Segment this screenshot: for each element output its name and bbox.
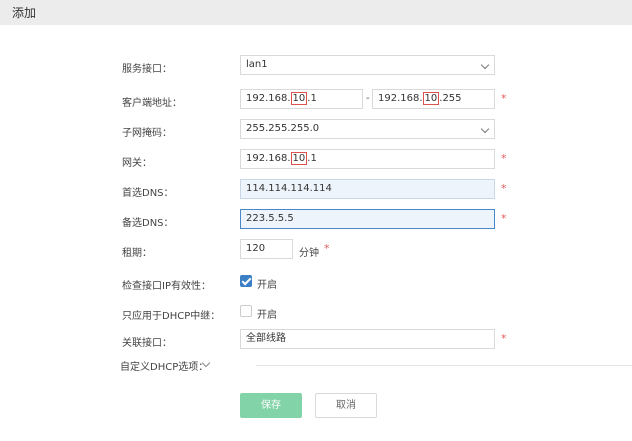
dialog-title: 添加 [12, 6, 37, 20]
lease-label: 租期： [122, 248, 152, 259]
gateway-prefix: 192.168. [246, 153, 291, 164]
gateway-label: 网关： [122, 158, 152, 169]
save-button[interactable]: 保存 [240, 393, 302, 418]
address-end-octet: 10 [422, 92, 440, 105]
check-ip-validity-row: 检查接口IP有效性： 开启 [0, 272, 632, 296]
dhcp-relay-only-option[interactable]: 开启 [257, 306, 277, 321]
secondary-dns-input[interactable]: 223.5.5.5 [240, 209, 495, 229]
primary-dns-label: 首选DNS： [122, 188, 174, 199]
required-mark: * [501, 152, 507, 165]
gateway-row: 网关： 192.168. 10.1 * [0, 149, 632, 173]
custom-dhcp-options-toggle[interactable]: 自定义DHCP选项： [120, 358, 208, 373]
subnet-mask-value: 255.255.255.0 [246, 123, 320, 134]
secondary-dns-value: 223.5.5.5 [246, 213, 294, 224]
required-mark: * [501, 212, 507, 225]
required-mark: * [501, 332, 507, 345]
dialog-header: 添加 [0, 0, 632, 25]
client-address-row: 客户端地址： 192.168. 10.1 - 192.168. 10.255 * [0, 89, 632, 113]
linked-interface-input[interactable]: 全部线路 [240, 329, 495, 349]
gateway-input[interactable]: 192.168. 10.1 [240, 149, 495, 169]
service-interface-value: lan1 [246, 59, 268, 70]
lease-row: 租期： 120 分钟 * [0, 239, 632, 263]
primary-dns-input[interactable]: 114.114.114.114 [240, 179, 495, 199]
client-address-start-input[interactable]: 192.168. 10.1 [240, 89, 363, 109]
secondary-dns-label: 备选DNS： [122, 218, 174, 229]
service-interface-select[interactable]: lan1 [240, 55, 495, 75]
dhcp-relay-only-checkbox[interactable] [240, 305, 252, 317]
linked-interface-row: 关联接口： 全部线路 * [0, 329, 632, 353]
primary-dns-value: 114.114.114.114 [246, 183, 332, 194]
gateway-octet: 10 [290, 152, 308, 165]
section-divider [256, 365, 632, 366]
address-start-octet: 10 [290, 92, 308, 105]
check-ip-validity-label: 检查接口IP有效性： [122, 281, 211, 292]
check-ip-validity-checkbox[interactable] [240, 275, 252, 287]
secondary-dns-row: 备选DNS： 223.5.5.5 * [0, 209, 632, 233]
gateway-suffix: .1 [307, 153, 317, 164]
required-mark: * [501, 182, 507, 195]
required-mark: * [501, 92, 507, 105]
lease-unit: 分钟 [299, 248, 319, 259]
address-range-separator: - [366, 93, 370, 104]
client-address-end-input[interactable]: 192.168. 10.255 [372, 89, 495, 109]
lease-input[interactable]: 120 [240, 239, 293, 259]
service-interface-row: 服务接口： lan1 [0, 55, 632, 79]
subnet-mask-select[interactable]: 255.255.255.0 [240, 119, 495, 139]
linked-interface-label: 关联接口： [122, 338, 172, 349]
check-ip-validity-option[interactable]: 开启 [257, 276, 277, 291]
lease-value: 120 [246, 243, 266, 254]
address-start-suffix: .1 [307, 93, 317, 104]
primary-dns-row: 首选DNS： 114.114.114.114 * [0, 179, 632, 203]
dhcp-relay-only-label: 只应用于DHCP中继： [122, 311, 221, 322]
address-end-prefix: 192.168. [378, 93, 423, 104]
linked-interface-value: 全部线路 [246, 333, 286, 344]
cancel-button[interactable]: 取消 [315, 393, 377, 418]
dhcp-relay-only-row: 只应用于DHCP中继： 开启 [0, 302, 632, 326]
client-address-label: 客户端地址： [122, 98, 182, 109]
subnet-mask-row: 子网掩码： 255.255.255.0 [0, 119, 632, 143]
subnet-mask-label: 子网掩码： [122, 128, 172, 139]
required-mark: * [324, 242, 330, 255]
address-end-suffix: .255 [439, 93, 462, 104]
address-start-prefix: 192.168. [246, 93, 291, 104]
service-interface-label: 服务接口： [122, 64, 172, 75]
